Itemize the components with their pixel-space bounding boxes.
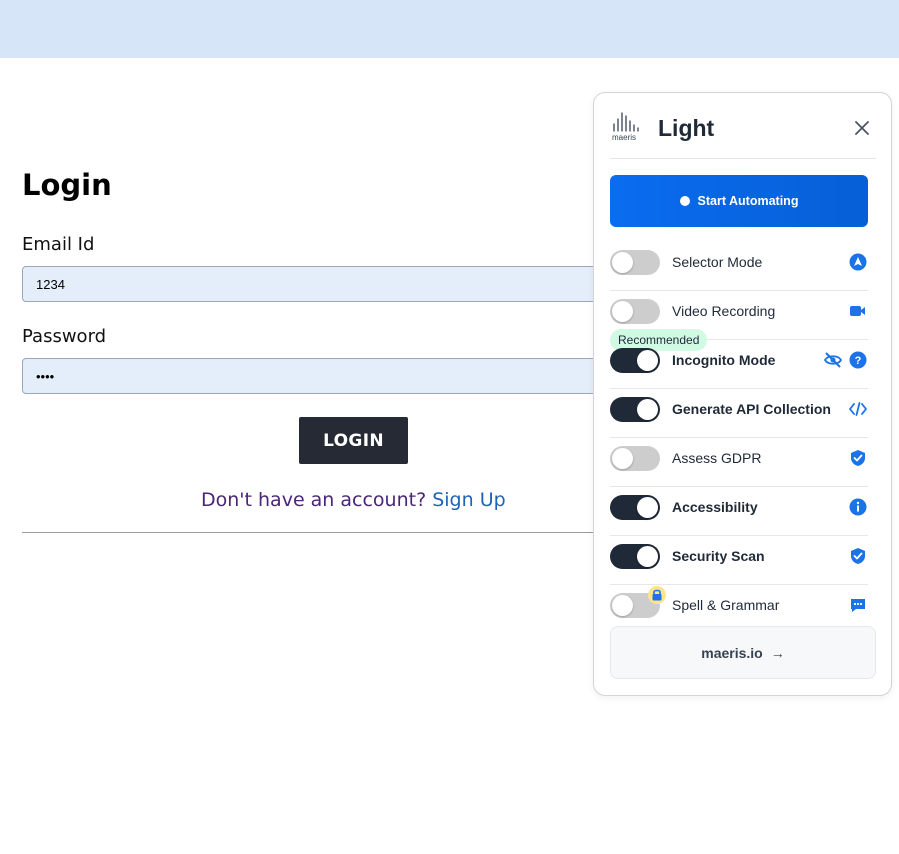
video-camera-icon [850,306,865,316]
panel-header: maeris Light [610,109,876,159]
logo-text: maeris [612,133,636,141]
record-dot-icon [679,196,690,206]
password-label: Password [22,326,107,347]
brand-name: Light [658,115,715,141]
option-label: Security Scan [672,548,765,564]
svg-text:?: ? [855,355,862,367]
start-button-label: Start Automating [697,194,799,208]
option-label: Selector Mode [672,254,763,270]
close-icon[interactable] [853,119,871,137]
option-security-scan: Security Scan [610,536,868,585]
security-scan-toggle[interactable] [610,544,660,569]
lock-icon [652,589,662,601]
lock-badge [648,586,666,604]
cursor-circle-icon [849,253,867,271]
top-banner [0,0,899,58]
password-field[interactable] [22,358,622,394]
incognito-mode-toggle[interactable] [610,348,660,373]
selector-mode-toggle[interactable] [610,250,660,275]
generate-api-collection-toggle[interactable] [610,397,660,422]
arrow-right-icon: → [770,644,785,661]
assess-gdpr-toggle[interactable] [610,446,660,471]
maeris-logo-icon: maeris [612,112,639,141]
shield-check-icon [851,450,865,466]
signup-link[interactable]: Sign Up [432,489,505,511]
option-label: Accessibility [672,499,758,515]
option-label: Spell & Grammar [672,597,780,613]
login-button[interactable]: LOGIN [299,417,408,464]
signup-prompt-text: Don't have an account? [201,489,427,511]
email-field[interactable] [22,266,622,302]
option-selector-mode: Selector Mode [610,242,868,291]
maeris-site-link[interactable]: maeris.io → [610,626,876,679]
option-incognito-mode: Incognito Mode ? [610,340,868,389]
option-label: Video Recording [672,303,776,319]
extension-panel: maeris Light Start Automating Selector M… [593,92,892,696]
option-label: Generate API Collection [672,401,831,417]
login-title: Login [22,168,112,202]
code-icon [849,402,867,416]
footer-link-label: maeris.io [701,644,763,661]
eye-off-icon [824,352,842,368]
info-icon [849,498,867,516]
video-recording-toggle[interactable] [610,299,660,324]
option-assess-gdpr: Assess GDPR [610,438,868,487]
start-automating-button[interactable]: Start Automating [610,175,868,227]
signup-prompt-line: Don't have an account? Sign Up [201,489,506,511]
chat-bubble-icon [851,599,865,612]
help-icon[interactable]: ? [849,351,867,369]
option-accessibility: Accessibility [610,487,868,536]
accessibility-toggle[interactable] [610,495,660,520]
option-generate-api-collection: Generate API Collection [610,389,868,438]
shield-check-icon [851,548,865,564]
option-label: Incognito Mode [672,352,776,368]
form-divider [22,532,622,533]
email-label: Email Id [22,234,95,255]
option-label: Assess GDPR [672,450,762,466]
